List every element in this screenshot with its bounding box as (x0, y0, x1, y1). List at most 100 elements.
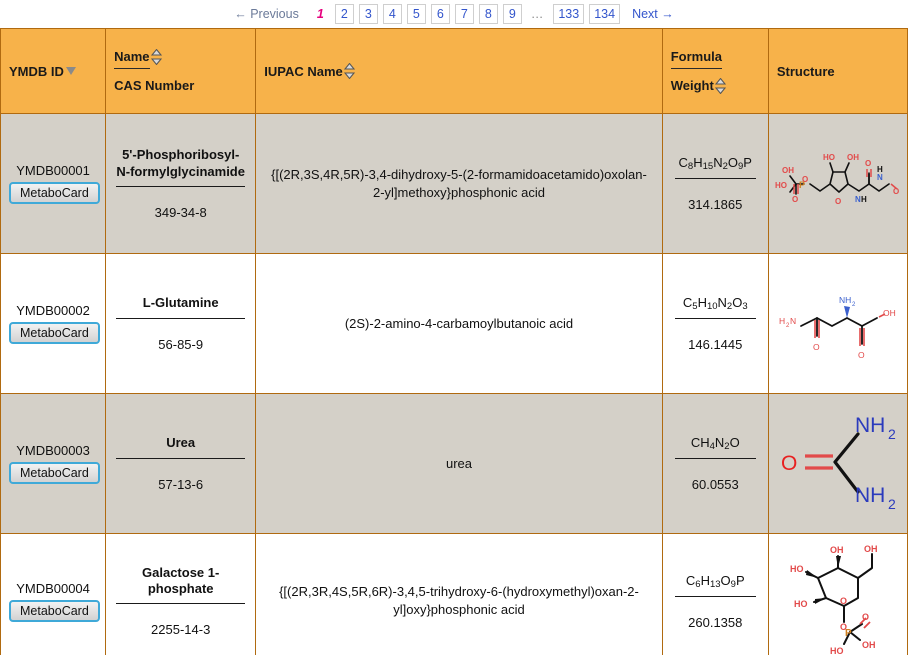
svg-text:O: O (858, 350, 865, 360)
column-header-ymdb-id[interactable]: YMDB ID (0, 28, 107, 114)
column-header-weight-label: Weight (670, 77, 714, 93)
cell-name: 5'-Phosphoribosyl-N-formylglycinamide 34… (105, 113, 257, 254)
urea-structure[interactable]: O NH 2 NH 2 (773, 398, 903, 529)
cell-formula: C6H13O9P 260.1358 (661, 533, 769, 655)
cell-structure: OH OH HO HO O O O OH HO P (767, 533, 908, 655)
caret-down-icon[interactable] (65, 67, 76, 75)
svg-text:O: O (893, 187, 899, 196)
svg-text:P: P (845, 628, 852, 639)
cell-iupac-name: {[(2R,3S,4R,5R)-3,4-dihydroxy-5-(2-forma… (255, 113, 663, 254)
metabocard-button[interactable]: MetaboCard (9, 462, 100, 484)
sort-updown-icon[interactable] (343, 63, 355, 79)
cell-structure: O NH 2 NH 2 (767, 393, 908, 534)
table-row: YMDB00001 MetaboCard 5'-Phosphoribosyl-N… (0, 113, 908, 254)
cas-number: 57-13-6 (158, 476, 204, 492)
svg-text:O: O (813, 342, 820, 352)
cell-formula: CH4N2O 60.0553 (661, 393, 769, 534)
pagination-page-134[interactable]: 134 (589, 4, 621, 24)
compound-name[interactable]: L-Glutamine (116, 295, 246, 319)
svg-text:O: O (865, 159, 871, 168)
svg-text:HO: HO (775, 181, 787, 190)
ymdb-id-text: YMDB00003 (16, 443, 90, 458)
metabocard-button[interactable]: MetaboCard (9, 182, 100, 204)
column-header-formula-label: Formula (670, 49, 722, 69)
svg-text:HO: HO (794, 599, 808, 609)
svg-text:2: 2 (888, 426, 896, 442)
pagination-page-current[interactable]: 1 (311, 4, 330, 24)
svg-text:O: O (792, 195, 798, 204)
svg-text:OH: OH (883, 308, 896, 318)
cell-structure: H2N O NH 2 O OH (767, 253, 908, 394)
svg-text:OH: OH (830, 545, 844, 555)
cas-number: 349-34-8 (154, 204, 207, 220)
svg-text:OH: OH (864, 544, 878, 554)
svg-text:O: O (862, 612, 869, 622)
pagination-page-9[interactable]: 9 (502, 4, 522, 24)
chemical-formula: C6H13O9P (674, 573, 756, 597)
column-header-structure: Structure (767, 28, 908, 114)
svg-text:H: H (861, 195, 867, 204)
svg-text:N: N (790, 316, 796, 326)
table-body: YMDB00001 MetaboCard 5'-Phosphoribosyl-N… (0, 113, 908, 655)
column-header-iupac-name-label: IUPAC Name (264, 63, 343, 79)
sort-updown-icon[interactable] (150, 49, 162, 65)
metabocard-button[interactable]: MetaboCard (9, 599, 100, 622)
molecular-weight: 260.1358 (688, 614, 743, 630)
molecular-weight: 314.1865 (688, 197, 743, 212)
cell-iupac-name: urea (255, 393, 663, 534)
pagination-page-3[interactable]: 3 (358, 4, 378, 24)
svg-text:NH: NH (839, 295, 851, 305)
svg-text:OH: OH (862, 640, 876, 650)
table-row: YMDB00004 MetaboCard Galactose 1-phospha… (0, 533, 908, 655)
pagination-page-6[interactable]: 6 (430, 4, 450, 24)
ymdb-id-text: YMDB00004 (16, 580, 90, 596)
molecular-weight: 60.0553 (691, 477, 739, 492)
metabocard-button[interactable]: MetaboCard (9, 322, 100, 344)
svg-text:HO: HO (830, 646, 844, 655)
cell-iupac-name: {[(2R,3R,4S,5R,6R)-3,4,5-trihydroxy-6-(h… (255, 533, 663, 655)
compound-name[interactable]: Urea (116, 435, 246, 459)
pagination-page-7[interactable]: 7 (454, 4, 474, 24)
galactose-1-phosphate-structure[interactable]: OH OH HO HO O O O OH HO P (773, 538, 903, 655)
cas-number: 56-85-9 (158, 336, 204, 352)
chemical-formula: C5H10N2O3 (674, 295, 756, 319)
cell-formula: C8H15N2O9P 314.1865 (661, 113, 769, 254)
column-header-formula[interactable]: Formula Weight (661, 28, 769, 114)
pagination-page-133[interactable]: 133 (553, 4, 585, 24)
pagination-ellipsis: … (530, 7, 545, 21)
cell-iupac-name: (2S)-2-amino-4-carbamoylbutanoic acid (255, 253, 663, 394)
compound-name[interactable]: 5'-Phosphoribosyl-N-formylglycinamide (116, 147, 246, 187)
pagination-page-2[interactable]: 2 (334, 4, 354, 24)
cell-formula: C5H10N2O3 146.1445 (661, 253, 769, 394)
column-header-name[interactable]: Name CAS Number (105, 28, 257, 114)
pagination: ← Previous 1 2 3 4 5 6 7 8 9 … 133 134 N… (0, 0, 908, 28)
pagination-page-8[interactable]: 8 (478, 4, 498, 24)
sort-updown-icon[interactable] (714, 77, 726, 94)
table-row: YMDB00002 MetaboCard L-Glutamine 56-85-9… (0, 253, 908, 394)
cell-name: Urea 57-13-6 (105, 393, 257, 534)
phosphoribosyl-n-formylglycinamide-structure[interactable]: OH HO O O HO OH O N H O N H O P (773, 118, 903, 249)
svg-text:H: H (877, 165, 883, 174)
chemical-formula: C8H15N2O9P (674, 155, 756, 179)
pagination-previous[interactable]: ← Previous (227, 4, 306, 24)
cas-number: 2255-14-3 (151, 622, 211, 638)
ymdb-id-text: YMDB00002 (16, 303, 90, 318)
column-header-iupac-name[interactable]: IUPAC Name (255, 28, 663, 114)
svg-text:N: N (877, 173, 883, 182)
pagination-next[interactable]: Next → (625, 4, 681, 24)
l-glutamine-structure[interactable]: H2N O NH 2 O OH (773, 258, 903, 389)
cell-ymdb-id: YMDB00002 MetaboCard (0, 253, 107, 394)
chemical-formula: CH4N2O (674, 435, 756, 459)
pagination-page-5[interactable]: 5 (406, 4, 426, 24)
svg-text:NH: NH (855, 414, 885, 437)
cell-name: L-Glutamine 56-85-9 (105, 253, 257, 394)
cell-name: Galactose 1-phosphate 2255-14-3 (105, 533, 257, 655)
compound-name[interactable]: Galactose 1-phosphate (116, 565, 246, 605)
svg-text:HO: HO (790, 564, 804, 574)
svg-text:O: O (840, 596, 847, 606)
column-header-structure-label: Structure (776, 63, 835, 79)
pagination-page-4[interactable]: 4 (382, 4, 402, 24)
cell-ymdb-id: YMDB00003 MetaboCard (0, 393, 107, 534)
svg-text:NH: NH (855, 484, 885, 507)
column-header-cas-label: CAS Number (114, 78, 195, 93)
